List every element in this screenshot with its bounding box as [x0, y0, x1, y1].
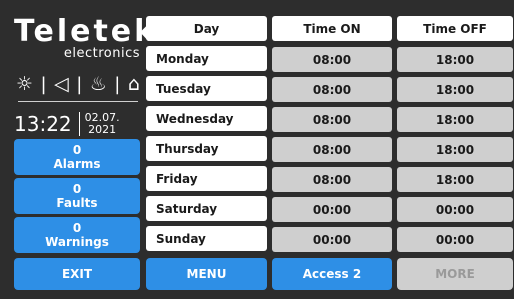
- alarms-count: 0: [72, 143, 82, 157]
- divider-line: [18, 101, 138, 102]
- time-on-cell[interactable]: 08:00: [272, 167, 392, 192]
- alarms-button[interactable]: 0 Alarms: [14, 139, 140, 175]
- divider: |: [76, 73, 83, 95]
- time-off-cell[interactable]: 18:00: [397, 77, 513, 102]
- more-button: MORE: [397, 258, 513, 290]
- faults-button[interactable]: 0 Faults: [14, 178, 140, 214]
- day-cell-monday[interactable]: Monday: [146, 46, 267, 71]
- day-cell-thursday[interactable]: Thursday: [146, 136, 267, 161]
- header-time-off: Time OFF: [397, 16, 513, 41]
- day-cell-sunday[interactable]: Sunday: [146, 226, 267, 251]
- brand-subtitle: electronics: [63, 46, 140, 61]
- clock: 13:22 02.07. 2021: [14, 107, 142, 141]
- time-off-cell[interactable]: 18:00: [397, 167, 513, 192]
- warnings-label: Warnings: [45, 235, 109, 249]
- day-cell-tuesday[interactable]: Tuesday: [146, 76, 267, 101]
- sun-icon: ☼: [16, 73, 34, 95]
- time-off-cell[interactable]: 18:00: [397, 137, 513, 162]
- screen: Teletek electronics ☼ | ◁ | ♨ | ⌂ 13:22 …: [0, 0, 514, 299]
- day-cell-friday[interactable]: Friday: [146, 166, 267, 191]
- warnings-button[interactable]: 0 Warnings: [14, 217, 140, 253]
- divider: |: [40, 73, 47, 95]
- access-level-button[interactable]: Access 2: [272, 258, 392, 290]
- brand-name: Teletek: [14, 14, 158, 49]
- status-icons-row: ☼ | ◁ | ♨ | ⌂: [16, 71, 140, 97]
- clock-divider: [78, 112, 80, 136]
- speaker-icon: ◁: [54, 73, 69, 95]
- time-on-cell[interactable]: 00:00: [272, 197, 392, 222]
- time-off-cell[interactable]: 00:00: [397, 227, 513, 252]
- time-on-cell[interactable]: 08:00: [272, 47, 392, 72]
- time-on-cell[interactable]: 08:00: [272, 107, 392, 132]
- header-time-on: Time ON: [272, 16, 392, 41]
- time-off-cell[interactable]: 18:00: [397, 107, 513, 132]
- warnings-count: 0: [72, 221, 82, 235]
- header-day: Day: [146, 16, 267, 41]
- menu-button[interactable]: MENU: [146, 258, 267, 290]
- brand-logo: Teletek electronics: [10, 14, 158, 71]
- time-off-cell[interactable]: 18:00: [397, 47, 513, 72]
- day-cell-wednesday[interactable]: Wednesday: [146, 106, 267, 131]
- day-cell-saturday[interactable]: Saturday: [146, 196, 267, 221]
- time-on-cell[interactable]: 08:00: [272, 77, 392, 102]
- exit-button[interactable]: EXIT: [14, 258, 140, 290]
- clock-time: 13:22: [14, 112, 72, 136]
- alarms-label: Alarms: [53, 157, 101, 171]
- door-icon: ⌂: [127, 73, 140, 95]
- faults-count: 0: [72, 182, 82, 196]
- time-on-cell[interactable]: 08:00: [272, 137, 392, 162]
- time-on-cell[interactable]: 00:00: [272, 227, 392, 252]
- clock-date-year: 2021: [88, 123, 117, 136]
- divider: |: [114, 73, 121, 95]
- time-off-cell[interactable]: 00:00: [397, 197, 513, 222]
- flame-icon: ♨: [89, 73, 107, 95]
- faults-label: Faults: [56, 196, 98, 210]
- clock-date: 02.07. 2021: [85, 112, 120, 136]
